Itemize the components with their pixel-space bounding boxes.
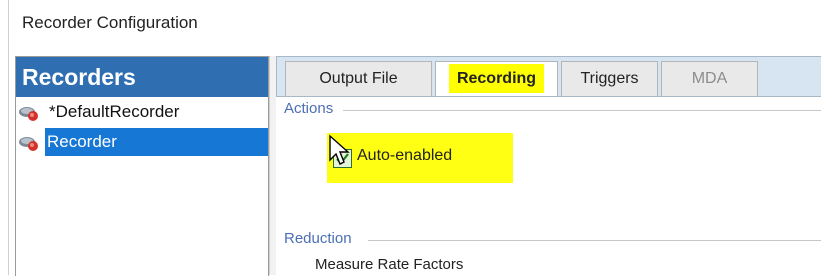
window-left-border <box>8 0 9 275</box>
reduction-group-label: Reduction <box>284 230 352 247</box>
actions-group-divider <box>343 110 821 111</box>
tab-label: Triggers <box>580 70 639 87</box>
recorder-item-label: *DefaultRecorder <box>49 102 180 121</box>
tab-label: Recording <box>448 64 545 93</box>
tab-recording[interactable]: Recording <box>435 61 558 96</box>
auto-enabled-label[interactable]: Auto-enabled <box>357 147 452 165</box>
recorder-list-item-selected[interactable]: Recorder <box>16 127 268 157</box>
recorders-panel: Recorders *DefaultRecorder Recorder <box>15 56 269 276</box>
recorder-list-item[interactable]: *DefaultRecorder <box>16 97 268 127</box>
recorders-header: Recorders <box>16 57 268 97</box>
measure-rate-factors-label: Measure Rate Factors <box>315 256 464 273</box>
recorder-icon <box>19 137 38 151</box>
recorder-icon <box>19 107 38 121</box>
mouse-cursor-icon <box>329 134 350 165</box>
tab-label: MDA <box>691 70 728 87</box>
reduction-group-divider <box>368 240 821 241</box>
tab-label: Output File <box>319 70 398 87</box>
splitter[interactable] <box>269 56 276 275</box>
window-title: Recorder Configuration <box>22 13 198 32</box>
tab-mda[interactable]: MDA <box>661 61 758 96</box>
recorder-item-label: Recorder <box>45 128 268 156</box>
tab-output-file[interactable]: Output File <box>285 61 432 96</box>
tab-strip: Output File Recording Triggers MDA <box>276 56 821 97</box>
actions-group-label: Actions <box>284 100 334 117</box>
tab-triggers[interactable]: Triggers <box>561 61 658 96</box>
